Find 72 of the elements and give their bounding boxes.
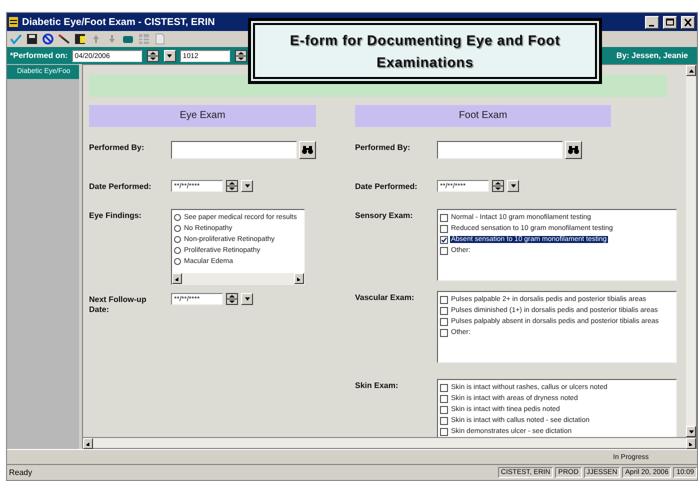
performed-by-field[interactable] (437, 141, 563, 159)
section-header: Eye Exam (89, 105, 316, 127)
checkmark-icon[interactable] (10, 33, 22, 45)
left-arrow-icon (174, 276, 180, 280)
binoculars-icon (568, 146, 579, 154)
right-arrow-icon (296, 276, 302, 280)
vertical-scrollbar[interactable] (686, 65, 696, 437)
performed-by-field[interactable] (171, 141, 297, 159)
search-button[interactable] (565, 141, 582, 159)
caret-icon (510, 184, 516, 188)
dropdown-button[interactable] (507, 180, 519, 192)
checkbox[interactable] (440, 318, 448, 326)
checkbox[interactable] (440, 384, 448, 392)
document-icon[interactable] (74, 33, 86, 45)
field-label: Performed By: (89, 142, 146, 153)
checkbox[interactable] (440, 306, 448, 314)
caret-icon (244, 297, 250, 301)
monitor-icon[interactable] (122, 33, 134, 45)
left-arrow-icon (86, 442, 90, 446)
dropdown-button[interactable] (241, 293, 253, 305)
maximize-button[interactable] (663, 16, 677, 28)
right-arrow-icon (688, 442, 694, 446)
spin-button[interactable] (226, 293, 238, 305)
field-label: Performed By: (355, 142, 412, 153)
field-label: Skin Exam: (355, 380, 400, 391)
status-message: Ready (8, 468, 34, 477)
search-button[interactable] (299, 141, 316, 159)
checkbox[interactable] (440, 394, 448, 402)
checkbox[interactable] (440, 428, 448, 436)
field-label: Sensory Exam: (355, 210, 414, 221)
caret-icon (244, 184, 250, 188)
checkbox[interactable] (440, 246, 448, 254)
spin-button[interactable] (226, 180, 238, 192)
field-label: Date Performed: (355, 181, 418, 192)
scrollbar[interactable] (172, 273, 304, 284)
checkbox[interactable] (440, 328, 448, 336)
radio-button[interactable] (174, 247, 181, 254)
checkbox[interactable] (440, 236, 448, 244)
radio-button[interactable] (174, 214, 181, 221)
spin-button[interactable] (146, 50, 159, 62)
binoculars-icon (302, 146, 313, 154)
checkbox[interactable] (440, 296, 448, 304)
field-label: Eye Findings: (89, 210, 142, 221)
caret-icon (167, 54, 172, 58)
cancel-icon[interactable] (42, 33, 54, 45)
horizontal-scrollbar[interactable] (83, 437, 696, 448)
radio-button[interactable] (174, 236, 181, 243)
dropdown-button[interactable] (241, 180, 253, 192)
radio-button[interactable] (174, 258, 181, 265)
dropdown-button[interactable] (164, 50, 176, 62)
author-label: By: Jessen, Jeanie (616, 51, 689, 60)
save-icon[interactable] (26, 33, 38, 45)
wand-icon[interactable] (58, 33, 70, 45)
field-label: Date Performed: (89, 181, 152, 192)
down-arrow-icon (688, 430, 694, 434)
up-arrow-icon (688, 68, 694, 72)
callout-title: E-form for Documenting Eye and Foot Examinations (288, 31, 562, 72)
performed-on-label: *Performed on: (10, 51, 68, 60)
checkbox[interactable] (440, 224, 448, 232)
app-icon (9, 17, 18, 27)
checkbox[interactable] (440, 214, 448, 222)
section-header: Foot Exam (355, 105, 611, 127)
close-button[interactable] (681, 16, 695, 28)
field-label: Vascular Exam: (355, 292, 416, 303)
spin-button[interactable] (492, 180, 504, 192)
minimize-button[interactable] (645, 16, 659, 28)
checkbox[interactable] (440, 416, 448, 424)
radio-button[interactable] (174, 225, 181, 232)
checkbox[interactable] (440, 406, 448, 414)
field-label: Next Follow-up Date: (89, 294, 148, 315)
spin-button[interactable] (234, 50, 247, 62)
window-title: Diabetic Eye/Foot Exam - CISTEST, ERIN (22, 16, 216, 28)
